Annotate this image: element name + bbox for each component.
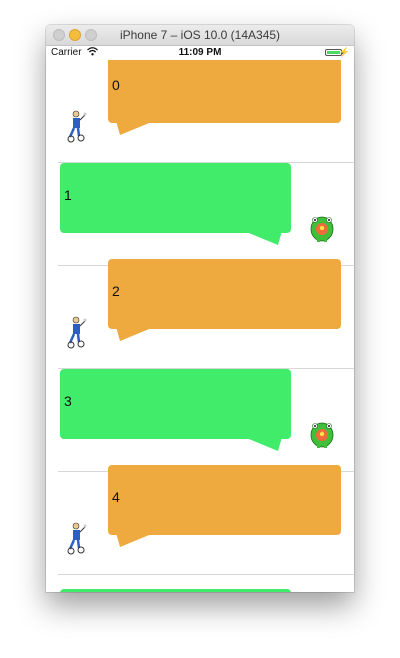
outgoing-message-bubble[interactable] xyxy=(60,589,291,592)
ios-status-bar: Carrier 11:09 PM ⚡ xyxy=(46,46,354,60)
chat-cell[interactable] xyxy=(46,575,354,592)
bubble-tail xyxy=(116,327,154,341)
status-clock: 11:09 PM xyxy=(178,47,222,58)
window-title: iPhone 7 – iOS 10.0 (14A345) xyxy=(119,28,281,42)
chat-cell[interactable]: 1 xyxy=(46,163,354,266)
bike-rider-icon xyxy=(67,522,87,555)
charging-bolt-icon: ⚡ xyxy=(338,47,350,57)
bubble-tail xyxy=(244,437,282,451)
bike-rider-icon xyxy=(67,316,87,349)
chat-cell[interactable]: 0 xyxy=(46,60,354,163)
outgoing-message-bubble[interactable]: 3 xyxy=(60,369,291,451)
message-text: 2 xyxy=(112,283,120,299)
green-monster-icon xyxy=(310,216,334,242)
message-text: 4 xyxy=(112,489,120,505)
message-text: 3 xyxy=(64,393,72,409)
window-titlebar[interactable]: iPhone 7 – iOS 10.0 (14A345) xyxy=(46,25,354,46)
simulator-window: iPhone 7 – iOS 10.0 (14A345) Carrier 11:… xyxy=(46,25,354,592)
bubble-tail xyxy=(244,231,282,245)
incoming-message-bubble[interactable]: 0 xyxy=(108,60,341,135)
incoming-message-bubble[interactable]: 2 xyxy=(108,259,341,341)
message-text: 0 xyxy=(112,77,120,93)
chat-cell[interactable]: 2 xyxy=(46,259,354,369)
incoming-message-bubble[interactable]: 4 xyxy=(108,465,341,547)
message-text: 1 xyxy=(64,187,72,203)
chat-table-view[interactable]: 0 1 2 3 4 xyxy=(46,60,354,592)
green-monster-icon xyxy=(310,422,334,448)
chat-cell[interactable]: 4 xyxy=(46,465,354,575)
bubble-tail xyxy=(116,121,154,135)
chat-cell[interactable]: 3 xyxy=(46,369,354,472)
bike-rider-icon xyxy=(67,110,87,143)
bubble-tail xyxy=(116,533,154,547)
outgoing-message-bubble[interactable]: 1 xyxy=(60,163,291,245)
